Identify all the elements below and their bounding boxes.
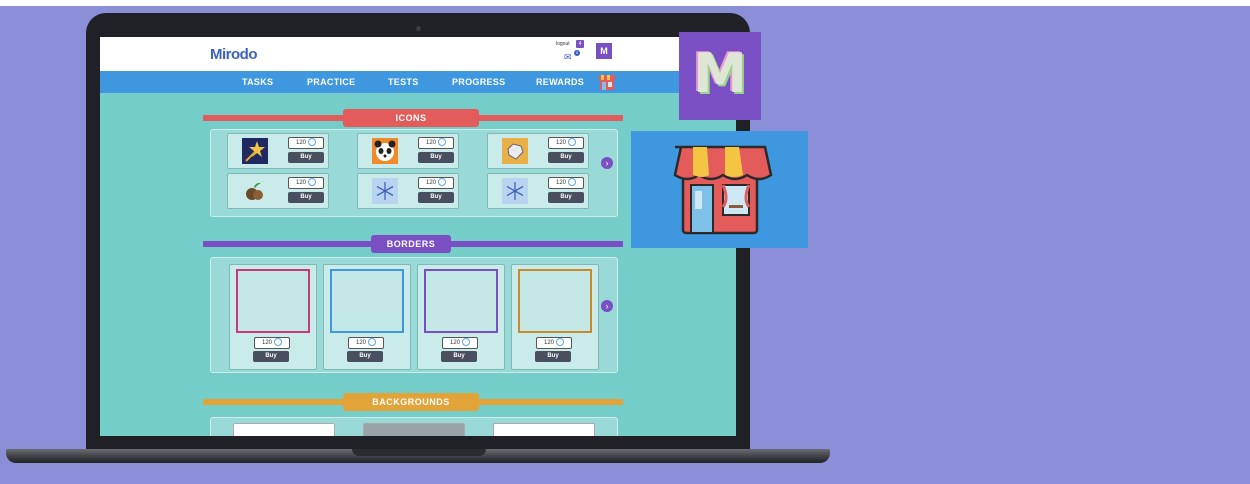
nav-tasks[interactable]: TASKS bbox=[242, 77, 273, 87]
buy-button[interactable]: Buy bbox=[347, 351, 383, 362]
price-value: 120 bbox=[449, 340, 460, 346]
laptop-notch bbox=[352, 449, 486, 456]
coin-icon bbox=[308, 138, 316, 147]
border-preview bbox=[518, 269, 592, 333]
price-value: 120 bbox=[355, 340, 366, 346]
coin-icon bbox=[438, 178, 446, 187]
coin-icon bbox=[274, 338, 282, 347]
border-item: 120 Buy bbox=[511, 264, 599, 370]
border-item: 120 Buy bbox=[417, 264, 505, 370]
price-value: 120 bbox=[543, 340, 554, 346]
price-value: 120 bbox=[295, 180, 306, 186]
shop-callout bbox=[631, 131, 808, 248]
backgrounds-section-title: BACKGROUNDS bbox=[343, 393, 479, 411]
coin-icon bbox=[556, 338, 564, 347]
price-value: 120 bbox=[425, 140, 436, 146]
coin-icon bbox=[568, 178, 576, 187]
borders-section: 120 Buy 120 Buy 120 Buy 120 Buy › bbox=[210, 257, 618, 373]
icons-next-arrow-icon[interactable]: › bbox=[601, 157, 613, 169]
coin-icon bbox=[462, 338, 470, 347]
icon-item: 120 Buy bbox=[487, 173, 589, 209]
coin-icon bbox=[438, 138, 446, 147]
buy-button[interactable]: Buy bbox=[418, 192, 454, 203]
borders-section-title: BORDERS bbox=[371, 235, 451, 253]
background-item[interactable] bbox=[233, 423, 335, 436]
laptop-camera bbox=[416, 26, 421, 31]
price-tag: 120 bbox=[548, 177, 584, 189]
price-tag: 120 bbox=[418, 177, 454, 189]
avatar-callout: M bbox=[679, 32, 761, 120]
price-tag: 120 bbox=[536, 337, 572, 349]
buy-button[interactable]: Buy bbox=[288, 152, 324, 163]
star-wand-icon bbox=[242, 138, 268, 164]
coin-icon bbox=[368, 338, 376, 347]
price-tag: 120 bbox=[288, 137, 324, 149]
nav-practice[interactable]: PRACTICE bbox=[307, 77, 355, 87]
nav-progress[interactable]: PROGRESS bbox=[452, 77, 505, 87]
background-item[interactable] bbox=[493, 423, 595, 436]
coin-icon bbox=[308, 178, 316, 187]
logout-badge: 4 bbox=[576, 40, 584, 48]
buy-button[interactable]: Buy bbox=[548, 152, 584, 163]
border-preview bbox=[424, 269, 498, 333]
price-value: 120 bbox=[425, 180, 436, 186]
price-tag: 120 bbox=[288, 177, 324, 189]
mail-count-badge: 0 bbox=[574, 50, 580, 56]
border-preview bbox=[330, 269, 404, 333]
price-tag: 120 bbox=[548, 137, 584, 149]
shop-icon[interactable] bbox=[598, 73, 616, 91]
price-tag: 120 bbox=[418, 137, 454, 149]
backgrounds-ribbon: BACKGROUNDS bbox=[203, 393, 623, 411]
borders-ribbon: BORDERS bbox=[203, 235, 623, 253]
buy-button[interactable]: Buy bbox=[548, 192, 584, 203]
snowflake-icon bbox=[502, 178, 528, 204]
border-item: 120 Buy bbox=[323, 264, 411, 370]
avatar[interactable]: M bbox=[596, 43, 612, 59]
main-nav: TASKS PRACTICE TESTS PROGRESS REWARDS bbox=[100, 71, 736, 93]
nav-rewards[interactable]: REWARDS bbox=[536, 77, 584, 87]
coin-icon bbox=[568, 138, 576, 147]
price-value: 120 bbox=[261, 340, 272, 346]
price-tag: 120 bbox=[348, 337, 384, 349]
shop-icon bbox=[673, 145, 773, 235]
mail-icon[interactable]: ✉ bbox=[564, 52, 572, 63]
nav-tests[interactable]: TESTS bbox=[388, 77, 419, 87]
panda-icon bbox=[372, 138, 398, 164]
price-value: 120 bbox=[555, 140, 566, 146]
icons-section: 120 Buy 120 Buy 120 Buy 120 Buy 120 Buy … bbox=[210, 129, 618, 217]
icon-item: 120 Buy bbox=[357, 133, 459, 169]
mirodo-logo[interactable]: Mirodo bbox=[210, 46, 258, 63]
logout-link[interactable]: logout bbox=[556, 41, 570, 47]
border-preview bbox=[236, 269, 310, 333]
borders-next-arrow-icon[interactable]: › bbox=[601, 300, 613, 312]
icons-ribbon: ICONS bbox=[203, 109, 623, 127]
background-item[interactable] bbox=[363, 423, 465, 436]
avatar-callout-letter: M bbox=[693, 42, 747, 105]
price-value: 120 bbox=[295, 140, 306, 146]
icon-item: 120 Buy bbox=[227, 173, 329, 209]
buy-button[interactable]: Buy bbox=[288, 192, 324, 203]
buy-button[interactable]: Buy bbox=[535, 351, 571, 362]
icon-item: 120 Buy bbox=[357, 173, 459, 209]
border-item: 120 Buy bbox=[229, 264, 317, 370]
diamond-icon bbox=[502, 138, 528, 164]
icon-item: 120 Buy bbox=[487, 133, 589, 169]
app-header: Mirodo logout 4 ✉ 0 M bbox=[100, 37, 736, 71]
price-value: 120 bbox=[555, 180, 566, 186]
icon-item: 120 Buy bbox=[227, 133, 329, 169]
buy-button[interactable]: Buy bbox=[253, 351, 289, 362]
buy-button[interactable]: Buy bbox=[418, 152, 454, 163]
icons-section-title: ICONS bbox=[343, 109, 479, 127]
price-tag: 120 bbox=[254, 337, 290, 349]
price-tag: 120 bbox=[442, 337, 478, 349]
snowflake-icon bbox=[372, 178, 398, 204]
backgrounds-section bbox=[210, 417, 618, 436]
coconut-icon bbox=[242, 178, 268, 204]
buy-button[interactable]: Buy bbox=[441, 351, 477, 362]
